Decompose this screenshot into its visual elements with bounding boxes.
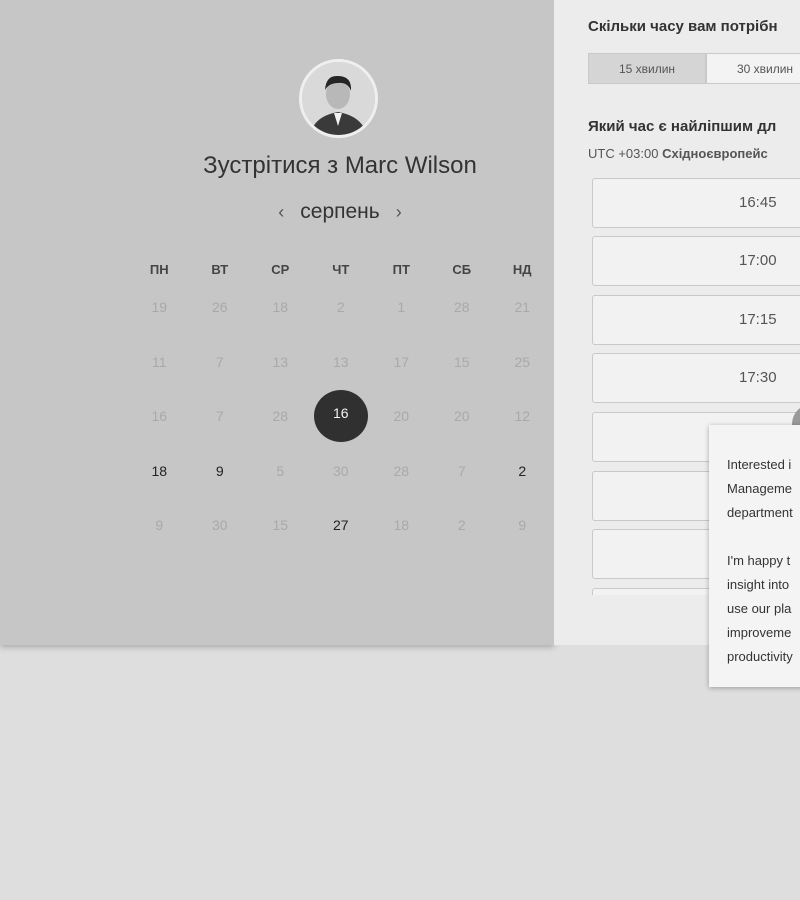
duration-heading: Скільки часу вам потрібн <box>588 18 778 35</box>
calendar-day: 5 <box>276 462 285 479</box>
meeting-title: Зустрітися з Marc Wilson <box>150 152 530 180</box>
calendar-day: 18 <box>272 299 289 315</box>
calendar-day-available[interactable]: 9 <box>216 463 224 479</box>
weekday-label: ПТ <box>392 262 410 277</box>
duration-options: 15 хвилин 30 хвилин <box>588 53 800 84</box>
calendar-day: 21 <box>514 299 531 315</box>
host-name: Marc Wilson <box>344 152 477 179</box>
time-slot-label: 17:15 <box>739 311 777 328</box>
meeting-title-prefix: Зустрітися з <box>203 152 345 179</box>
time-slot-button[interactable]: 17:00 <box>592 236 800 286</box>
calendar-week: 9 30 15 27 18 2 9 <box>129 517 553 573</box>
calendar-day: 15 <box>272 517 289 533</box>
duration-30-button[interactable]: 30 хвилин <box>706 53 800 84</box>
time-heading: Який час є найліпшим дл <box>588 118 777 135</box>
time-slot-label: 17:00 <box>739 252 777 269</box>
calendar-day-available[interactable]: 2 <box>518 463 526 479</box>
weekday-label: ВТ <box>211 262 229 277</box>
calendar-day: 13 <box>332 353 349 370</box>
calendar-week: 16 7 28 16 20 20 12 <box>129 390 553 464</box>
calendar-day-available[interactable]: 18 <box>151 463 167 479</box>
calendar-day: 13 <box>272 353 289 370</box>
calendar-day: 20 <box>393 408 410 424</box>
weekday-label: СР <box>271 262 290 277</box>
calendar-day: 12 <box>514 408 531 424</box>
calendar-week: 18 9 5 30 28 7 2 <box>129 462 553 519</box>
weekday-label: ПН <box>149 262 169 277</box>
calendar-day: 1 <box>397 299 406 315</box>
calendar-day: 28 <box>272 408 289 424</box>
weekday-label: ЧТ <box>332 262 350 277</box>
calendar-day-available[interactable]: 27 <box>333 517 349 533</box>
calendar-day: 16 <box>151 408 168 424</box>
current-month: серпень <box>300 200 380 223</box>
timezone-name: Східноєвропейс <box>662 146 768 161</box>
calendar-day: 30 <box>211 517 228 533</box>
calendar-day: 26 <box>211 299 228 315</box>
calendar-day: 9 <box>155 517 164 533</box>
chat-popup[interactable]: Interested i Manageme department I'm hap… <box>709 425 800 687</box>
time-slot-label: 16:45 <box>739 194 777 211</box>
host-photo <box>302 62 375 135</box>
time-slot-button[interactable]: 17:15 <box>592 295 800 345</box>
selected-calendar-day[interactable]: 16 <box>313 390 368 442</box>
calendar-day: 7 <box>215 353 224 370</box>
calendar-day: 7 <box>215 408 224 424</box>
calendar-day: 20 <box>453 408 470 424</box>
month-navigation: ‹ серпень › <box>230 200 450 224</box>
calendar-day: 15 <box>453 353 470 370</box>
calendar-day: 28 <box>393 462 410 479</box>
weekday-label: СБ <box>452 262 472 277</box>
calendar-week: 19 26 18 2 1 28 21 <box>129 299 553 355</box>
calendar-day: 18 <box>393 517 410 533</box>
chat-message-intro: Interested i Manageme department <box>727 457 793 520</box>
chevron-left-icon[interactable]: ‹ <box>278 202 284 223</box>
calendar-day: 2 <box>336 299 345 315</box>
calendar-day: 2 <box>457 517 466 533</box>
chevron-right-icon[interactable]: › <box>396 202 402 223</box>
chat-message-body: I'm happy t insight into use our pla imp… <box>727 553 793 664</box>
calendar-day: 17 <box>393 353 410 370</box>
calendar-day: 7 <box>457 462 466 479</box>
calendar-day: 9 <box>518 517 527 533</box>
time-slot-label: 17:30 <box>739 369 777 386</box>
host-avatar <box>299 59 378 138</box>
calendar-grid: ПН ВТ СР ЧТ ПТ СБ НД 19 26 18 2 1 28 21 … <box>129 262 553 573</box>
timezone-selector[interactable]: UTC +03:00 Східноєвропейс <box>588 146 768 161</box>
time-slot-button[interactable]: 16:45 <box>592 178 800 228</box>
calendar-day: 30 <box>332 462 349 479</box>
calendar-day: 19 <box>151 299 168 315</box>
timezone-code: UTC +03:00 <box>588 146 659 161</box>
weekday-label: НД <box>512 262 532 277</box>
time-slot-button[interactable]: 17:30 <box>592 353 800 403</box>
calendar-day: 28 <box>453 299 470 315</box>
duration-15-button[interactable]: 15 хвилин <box>588 53 706 84</box>
calendar-day: 11 <box>151 353 167 370</box>
weekday-header: ПН ВТ СР ЧТ ПТ СБ НД <box>129 262 553 277</box>
calendar-day: 25 <box>514 353 531 370</box>
